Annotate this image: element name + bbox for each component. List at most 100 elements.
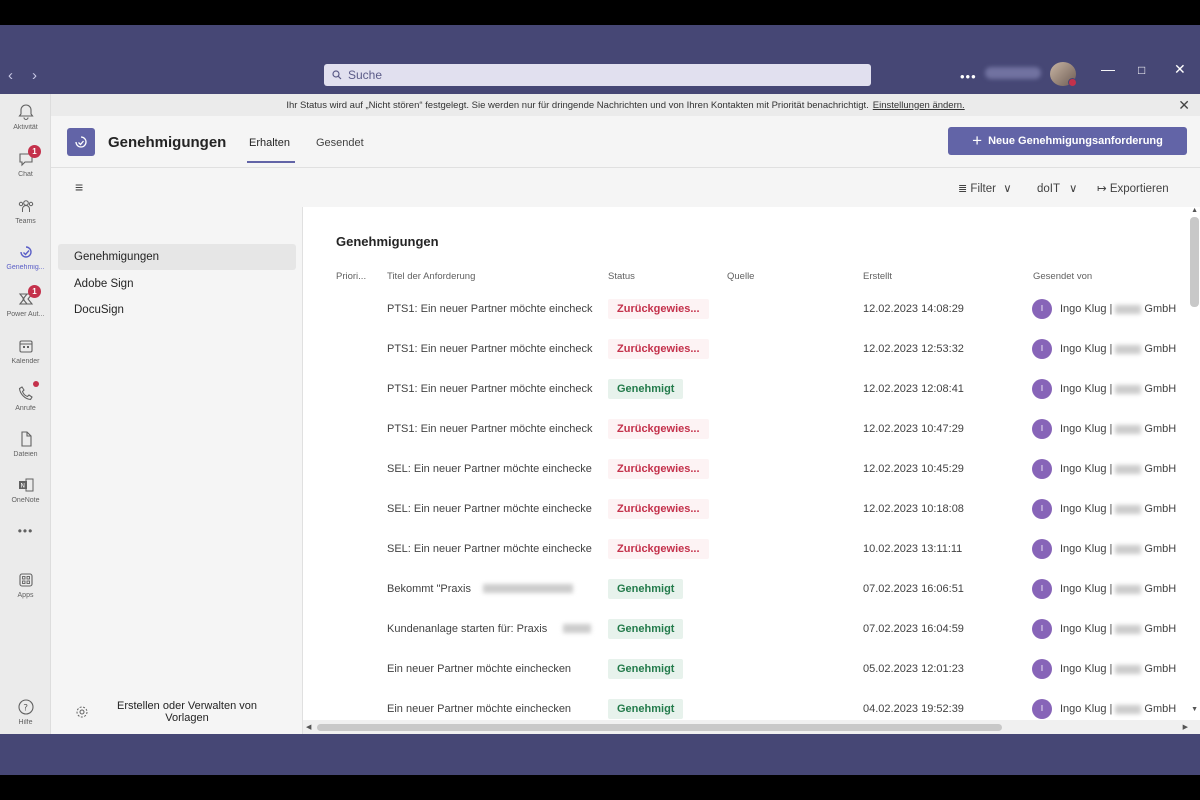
scroll-up-icon[interactable]: ▲ — [1191, 207, 1198, 214]
search-input[interactable]: Suche — [324, 64, 871, 86]
table-row[interactable]: SEL: Ein neuer Partner möchte einchecke Z… — [303, 449, 1183, 489]
onenote-icon: N — [18, 478, 33, 492]
sender-name: Ingo Klug | — [1060, 503, 1113, 515]
rail-item-activity[interactable]: Aktivität — [0, 102, 51, 131]
close-window-button[interactable]: ✕ — [1174, 61, 1186, 78]
redacted-text — [483, 584, 573, 593]
row-sender: Ingo Klug | GmbH — [1060, 369, 1176, 409]
rail-item-power-automate[interactable]: 1 Power Aut... — [0, 285, 51, 318]
filter-button[interactable]: ≣ Filter ∨ — [958, 181, 1012, 195]
rail-item-onenote[interactable]: N OneNote — [0, 475, 51, 504]
sidebar-item-adobe-sign[interactable]: Adobe Sign — [58, 271, 296, 297]
table-row[interactable]: PTS1: Ein neuer Partner möchte eincheck Z… — [303, 409, 1183, 449]
row-title: SEL: Ein neuer Partner möchte einchecke — [387, 463, 592, 475]
column-header-created[interactable]: Erstellt — [863, 271, 892, 282]
horizontal-scrollbar[interactable] — [317, 724, 1002, 731]
tab-sent[interactable]: Gesendet — [316, 137, 364, 149]
scroll-down-icon[interactable]: ▼ — [1191, 706, 1198, 713]
vertical-scrollbar[interactable] — [1190, 217, 1199, 307]
status-badge: Zurückgewies... — [608, 339, 709, 359]
table-row[interactable]: Ein neuer Partner möchte einchecken Geneh… — [303, 649, 1183, 689]
column-header-sender[interactable]: Gesendet von — [1033, 271, 1092, 282]
sender-company: GmbH — [1144, 383, 1177, 395]
table-row[interactable]: SEL: Ein neuer Partner möchte einchecke Z… — [303, 529, 1183, 569]
org-name[interactable] — [985, 67, 1041, 79]
table-row[interactable]: Kundenanlage starten für: Praxis Genehmig… — [303, 609, 1183, 649]
manage-templates-button[interactable]: Erstellen oder Verwalten von Vorlagen — [75, 700, 295, 724]
table-title: Genehmigungen — [336, 234, 439, 249]
redacted-text — [1115, 304, 1142, 314]
gear-icon — [76, 706, 88, 718]
column-header-source[interactable]: Quelle — [727, 271, 754, 282]
active-tab-indicator — [247, 161, 295, 163]
scroll-right-icon[interactable]: ▶ — [1183, 723, 1188, 731]
more-options-icon[interactable]: ••• — [960, 69, 977, 84]
table-row[interactable]: SEL: Ein neuer Partner möchte einchecke Z… — [303, 489, 1183, 529]
rail-label: Genehmig... — [6, 264, 45, 271]
toolbar: ≡ ≣ Filter ∨ doIT ∨ ↦ Exportieren — [51, 169, 1200, 207]
avatar: I — [1032, 619, 1052, 639]
rail-item-help[interactable]: ? Hilfe — [0, 697, 51, 726]
filter-label: Filter — [970, 183, 996, 195]
rail-item-chat[interactable]: 1 Chat — [0, 145, 51, 178]
avatar: I — [1032, 379, 1052, 399]
horizontal-scroll-track: ◀ ▶ — [303, 720, 1200, 734]
new-approval-button[interactable]: + Neue Genehmigungsanforderung — [948, 127, 1187, 155]
column-header-title[interactable]: Titel der Anforderung — [387, 271, 475, 282]
export-button[interactable]: ↦ Exportieren — [1097, 181, 1169, 195]
column-header-priority[interactable]: Priori... — [336, 271, 366, 282]
rail-item-approvals[interactable]: Genehmig... — [0, 242, 51, 271]
avatar: I — [1032, 659, 1052, 679]
calendar-icon — [18, 340, 33, 353]
hamburger-menu-icon[interactable]: ≡ — [75, 179, 83, 195]
chat-badge: 1 — [28, 145, 41, 158]
tab-received[interactable]: Erhalten — [249, 137, 290, 149]
forward-arrow-icon[interactable]: › — [32, 67, 37, 84]
row-sender: Ingo Klug | GmbH — [1060, 489, 1176, 529]
status-badge: Genehmigt — [608, 699, 684, 719]
row-created: 10.02.2023 13:11:11 — [863, 543, 963, 555]
rail-item-files[interactable]: Dateien — [0, 429, 51, 458]
table-row[interactable]: PTS1: Ein neuer Partner möchte eincheck Z… — [303, 289, 1183, 329]
status-badge: Genehmigt — [608, 579, 684, 599]
sidebar-item-approvals[interactable]: Genehmigungen — [58, 244, 296, 270]
teams-window: ‹ › Suche ••• — □ ✕ Aktivität 1 Chat Tea… — [0, 25, 1200, 775]
rail-item-calendar[interactable]: Kalender — [0, 336, 51, 365]
approvals-app: Ihr Status wird auf „Nicht stören“ festg… — [51, 94, 1200, 734]
sender-name: Ingo Klug | — [1060, 383, 1113, 395]
redacted-text — [1115, 344, 1142, 354]
avatar: I — [1032, 299, 1052, 319]
sender-company: GmbH — [1144, 543, 1177, 555]
rail-item-more[interactable]: ••• — [0, 524, 51, 538]
scroll-left-icon[interactable]: ◀ — [306, 723, 311, 731]
table-row[interactable]: PTS1: Ein neuer Partner möchte eincheck Z… — [303, 329, 1183, 369]
sidebar-item-docusign[interactable]: DocuSign — [58, 297, 296, 323]
avatar: I — [1032, 419, 1052, 439]
table-row[interactable]: Bekommt "Praxis Genehmigt 07.02.2023 16:06… — [303, 569, 1183, 609]
row-sender: Ingo Klug | GmbH — [1060, 649, 1176, 689]
back-arrow-icon[interactable]: ‹ — [8, 67, 13, 84]
sender-company: GmbH — [1144, 463, 1177, 475]
rail-item-apps[interactable]: Apps — [0, 570, 51, 599]
org-select[interactable]: doIT ∨ — [1037, 181, 1077, 195]
redacted-text — [563, 624, 591, 633]
maximize-button[interactable]: □ — [1138, 63, 1145, 77]
bell-icon — [17, 104, 34, 121]
column-header-status[interactable]: Status — [608, 271, 635, 282]
help-icon: ? — [17, 699, 34, 715]
close-icon[interactable]: ✕ — [1178, 97, 1190, 114]
banner-settings-link[interactable]: Einstellungen ändern. — [873, 100, 965, 111]
power-automate-badge: 1 — [28, 285, 41, 298]
rail-item-teams[interactable]: Teams — [0, 196, 51, 225]
page-title: Genehmigungen — [108, 134, 227, 151]
row-created: 07.02.2023 16:04:59 — [863, 623, 964, 635]
rail-label: Apps — [17, 592, 34, 599]
row-title: PTS1: Ein neuer Partner möchte eincheck — [387, 383, 593, 395]
plus-icon: + — [972, 131, 983, 150]
rail-label: Dateien — [13, 451, 38, 458]
table-row[interactable]: PTS1: Ein neuer Partner möchte eincheck G… — [303, 369, 1183, 409]
sender-name: Ingo Klug | — [1060, 343, 1113, 355]
rail-item-calls[interactable]: Anrufe — [0, 381, 51, 412]
minimize-button[interactable]: — — [1101, 61, 1115, 77]
status-badge: Genehmigt — [608, 659, 684, 679]
